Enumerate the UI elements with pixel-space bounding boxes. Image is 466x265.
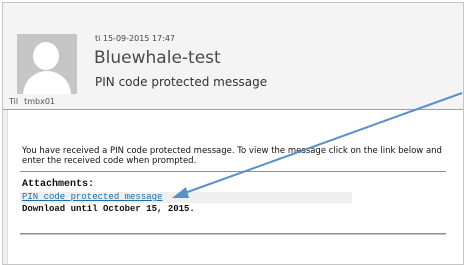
arrow-head xyxy=(172,187,189,198)
arrow-line xyxy=(181,92,463,195)
annotation-arrow-icon xyxy=(172,92,463,198)
